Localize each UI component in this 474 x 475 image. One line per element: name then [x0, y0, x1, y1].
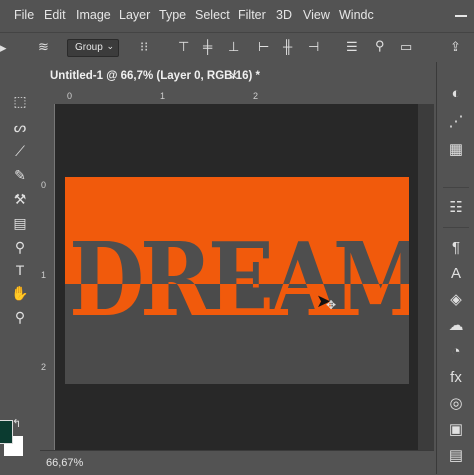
- ruler-horizontal: 0 1 2: [40, 90, 434, 105]
- ruler-label: 0: [41, 180, 47, 190]
- menu-bar: File Edit Image Layer Type Select Filter…: [0, 0, 474, 32]
- menu-window[interactable]: Windc: [339, 8, 374, 22]
- lasso-icon[interactable]: ᔕ: [11, 118, 29, 136]
- right-panel-dock: ◐ ⋰ ▦ ☷ ¶ A ◈ ☁ ◔ fx ◎ ▣ ▤: [436, 62, 474, 474]
- align-vcenter-icon[interactable]: ╪: [203, 40, 212, 54]
- channels-icon[interactable]: ◎: [445, 394, 467, 414]
- align-hcenter-icon[interactable]: ╫: [283, 40, 292, 54]
- paths-icon[interactable]: ⋰: [445, 112, 467, 132]
- align-top-icon[interactable]: ⊤: [178, 40, 189, 54]
- auto-select-value: Group: [75, 42, 103, 53]
- transform-controls-icon[interactable]: ⁝⁝: [140, 40, 148, 54]
- zoom-level[interactable]: 66,67%: [46, 457, 83, 469]
- paragraph-icon[interactable]: ¶: [445, 238, 467, 258]
- align-right-icon[interactable]: ⊣: [308, 40, 319, 54]
- panel-divider: [443, 187, 469, 188]
- minimize-icon[interactable]: [455, 15, 467, 17]
- hand-icon[interactable]: ✋: [11, 284, 29, 302]
- character-icon[interactable]: A: [445, 264, 467, 284]
- actions-icon[interactable]: ▦: [445, 140, 467, 160]
- menu-file[interactable]: File: [14, 8, 34, 22]
- panel-divider: [443, 227, 469, 228]
- auto-select-dropdown[interactable]: Group ⌄: [67, 39, 119, 57]
- distribute-icon[interactable]: ☰: [346, 40, 358, 54]
- menu-3d[interactable]: 3D: [276, 8, 292, 22]
- layers-stack-icon[interactable]: ≋: [38, 40, 49, 54]
- share-icon[interactable]: ⇪: [450, 40, 461, 54]
- layers-icon[interactable]: ◈: [445, 290, 467, 310]
- workspace-icon[interactable]: ▭: [400, 40, 412, 54]
- history-icon[interactable]: ◐: [445, 84, 467, 104]
- menu-filter[interactable]: Filter: [238, 8, 266, 22]
- gradient-icon[interactable]: ▤: [11, 214, 29, 232]
- eyedropper-icon[interactable]: ⟋: [11, 142, 29, 160]
- swap-colors-icon[interactable]: ↰: [12, 417, 21, 430]
- tools-panel: ⬚ ᔕ ⟋ ✎ ⚒ ▤ ⚲ T ✋ ⚲ ↰: [0, 62, 41, 474]
- menu-view[interactable]: View: [303, 8, 330, 22]
- search-icon[interactable]: ⚲: [375, 39, 385, 53]
- menu-type[interactable]: Type: [159, 8, 186, 22]
- align-bottom-icon[interactable]: ⊥: [228, 40, 239, 54]
- ruler-label: 2: [41, 362, 47, 372]
- vertical-scrollbar[interactable]: [418, 104, 434, 450]
- menu-edit[interactable]: Edit: [44, 8, 66, 22]
- menu-select[interactable]: Select: [195, 8, 230, 22]
- align-left-icon[interactable]: ⊢: [258, 40, 269, 54]
- dream-text: DREAM: [69, 284, 409, 330]
- dream-text-lower-half: DREAM: [65, 284, 409, 330]
- move-arrow-icon[interactable]: ▸: [0, 41, 7, 55]
- dream-text-upper-half: DREAM: [65, 230, 409, 284]
- stamp-icon[interactable]: ⚒: [11, 190, 29, 208]
- ruler-label: 0: [67, 91, 73, 101]
- adjustments-icon[interactable]: ◔: [445, 342, 467, 362]
- ruler-label: 2: [253, 91, 259, 101]
- ruler-label: 1: [41, 270, 47, 280]
- dodge-icon[interactable]: ⚲: [11, 238, 29, 256]
- dream-text: DREAM: [69, 230, 409, 284]
- zoom-icon[interactable]: ⚲: [11, 308, 29, 326]
- close-icon[interactable]: ×: [230, 68, 238, 83]
- ruler-vertical: 0 1 2: [40, 104, 55, 450]
- type-tool-icon[interactable]: T: [11, 261, 29, 279]
- foreground-color-swatch[interactable]: [0, 420, 13, 444]
- menu-image[interactable]: Image: [76, 8, 111, 22]
- document-tab[interactable]: Untitled-1 @ 66,7% (Layer 0, RGB/16) * ×: [40, 62, 260, 91]
- status-bar: 66,67%: [40, 450, 434, 475]
- document-tab-bar: Untitled-1 @ 66,7% (Layer 0, RGB/16) * ×: [40, 62, 434, 91]
- ruler-label: 1: [160, 91, 166, 101]
- marquee-icon[interactable]: ⬚: [11, 92, 29, 110]
- swatches-icon[interactable]: ▣: [445, 420, 467, 440]
- menu-layer[interactable]: Layer: [119, 8, 150, 22]
- chevron-down-icon: ⌄: [106, 41, 114, 51]
- brush-icon[interactable]: ✎: [11, 166, 29, 184]
- color-icon[interactable]: ▤: [445, 446, 467, 466]
- styles-icon[interactable]: fx: [445, 368, 467, 388]
- properties-icon[interactable]: ☷: [445, 198, 467, 218]
- libraries-icon[interactable]: ☁: [445, 316, 467, 336]
- document-tab-title: Untitled-1 @ 66,7% (Layer 0, RGB/16) *: [50, 70, 260, 82]
- move-cursor-icon: ✥: [326, 298, 337, 312]
- options-bar: ▸ ≋ Group ⌄ ⁝⁝ ⊤ ╪ ⊥ ⊢ ╫ ⊣ ☰ ⚲ ▭ ⇪: [0, 32, 474, 63]
